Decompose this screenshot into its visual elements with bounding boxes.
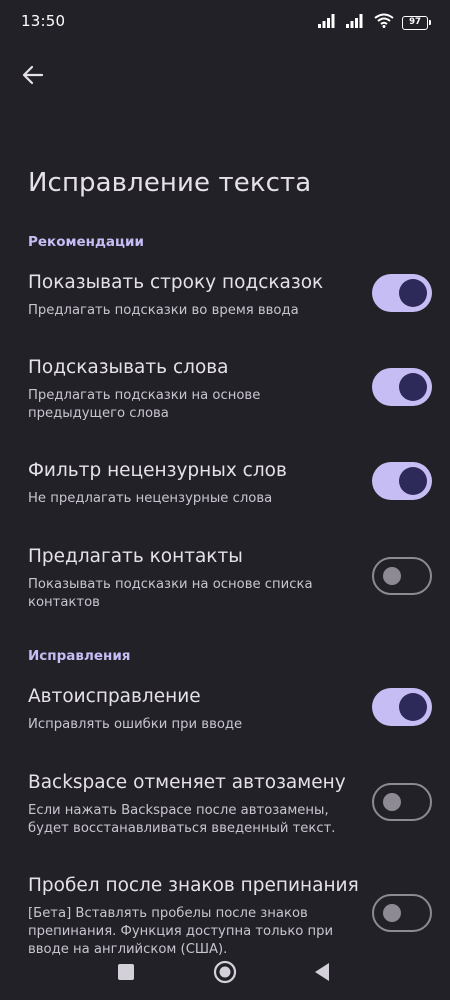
setting-title: Показывать строку подсказок [28, 272, 324, 293]
signal-icon [346, 13, 366, 32]
toggle-switch[interactable] [372, 688, 432, 726]
setting-row-suggestion-strip[interactable]: Показывать строку подсказок Предлагать п… [0, 272, 450, 342]
toggle-switch[interactable] [372, 894, 432, 932]
battery-level: 97 [409, 17, 421, 28]
page-title: Исправление текста [28, 168, 312, 198]
navigation-bar [0, 950, 450, 1000]
toggle-knob [399, 279, 427, 307]
setting-row-next-word[interactable]: Подсказывать слова Предлагать подсказки … [0, 357, 450, 437]
setting-title: Фильтр нецензурных слов [28, 460, 287, 481]
signal-icon [318, 13, 338, 32]
setting-subtitle: Если нажать Backspace после автозамены, … [28, 803, 336, 836]
status-bar: 13:50 97 [0, 0, 450, 44]
setting-title: Подсказывать слова [28, 357, 229, 378]
home-circle-icon[interactable] [213, 960, 237, 988]
setting-subtitle: Не предлагать нецензурные слова [28, 491, 273, 506]
arrow-left-icon [22, 65, 44, 85]
back-triangle-icon[interactable] [313, 962, 331, 986]
status-time: 13:50 [21, 12, 66, 30]
toggle-switch[interactable] [372, 274, 432, 312]
setting-row-suggest-contacts[interactable]: Предлагать контакты Показывать подсказки… [0, 546, 450, 616]
setting-title: Автоисправление [28, 686, 201, 707]
toggle-knob [399, 467, 427, 495]
setting-title: Предлагать контакты [28, 546, 243, 567]
setting-subtitle: Исправлять ошибки при вводе [28, 717, 243, 732]
toggle-knob [399, 693, 427, 721]
toggle-knob [383, 793, 401, 811]
settings-screen: 13:50 97 Исправление текста Рекомендации… [0, 0, 450, 1000]
setting-row-space-after-punctuation[interactable]: Пробел после знаков препинания [Бета] Вс… [0, 875, 450, 957]
recents-square-icon[interactable] [117, 963, 135, 985]
section-header-corrections: Исправления [28, 648, 131, 664]
back-button[interactable] [18, 60, 48, 90]
toggle-switch[interactable] [372, 557, 432, 595]
setting-title: Backspace отменяет автозамену [28, 772, 346, 793]
setting-row-autocorrection[interactable]: Автоисправление Исправлять ошибки при вв… [0, 686, 450, 746]
section-header-recommendations: Рекомендации [28, 234, 144, 250]
wifi-icon [374, 13, 394, 32]
toggle-switch[interactable] [372, 462, 432, 500]
toggle-switch[interactable] [372, 783, 432, 821]
setting-subtitle: Показывать подсказки на основе списка ко… [28, 577, 313, 610]
toggle-knob [383, 904, 401, 922]
toggle-knob [399, 373, 427, 401]
setting-row-profanity-filter[interactable]: Фильтр нецензурных слов Не предлагать не… [0, 460, 450, 520]
setting-title: Пробел после знаков препинания [28, 875, 359, 896]
setting-row-backspace-undo[interactable]: Backspace отменяет автозамену Если нажат… [0, 772, 450, 842]
battery-icon: 97 [402, 15, 431, 30]
toggle-switch[interactable] [372, 368, 432, 406]
status-icons: 97 [318, 13, 431, 32]
toggle-knob [383, 567, 401, 585]
setting-subtitle: Предлагать подсказки на основе предыдуще… [28, 388, 261, 421]
setting-subtitle: Предлагать подсказки во время ввода [28, 303, 299, 318]
